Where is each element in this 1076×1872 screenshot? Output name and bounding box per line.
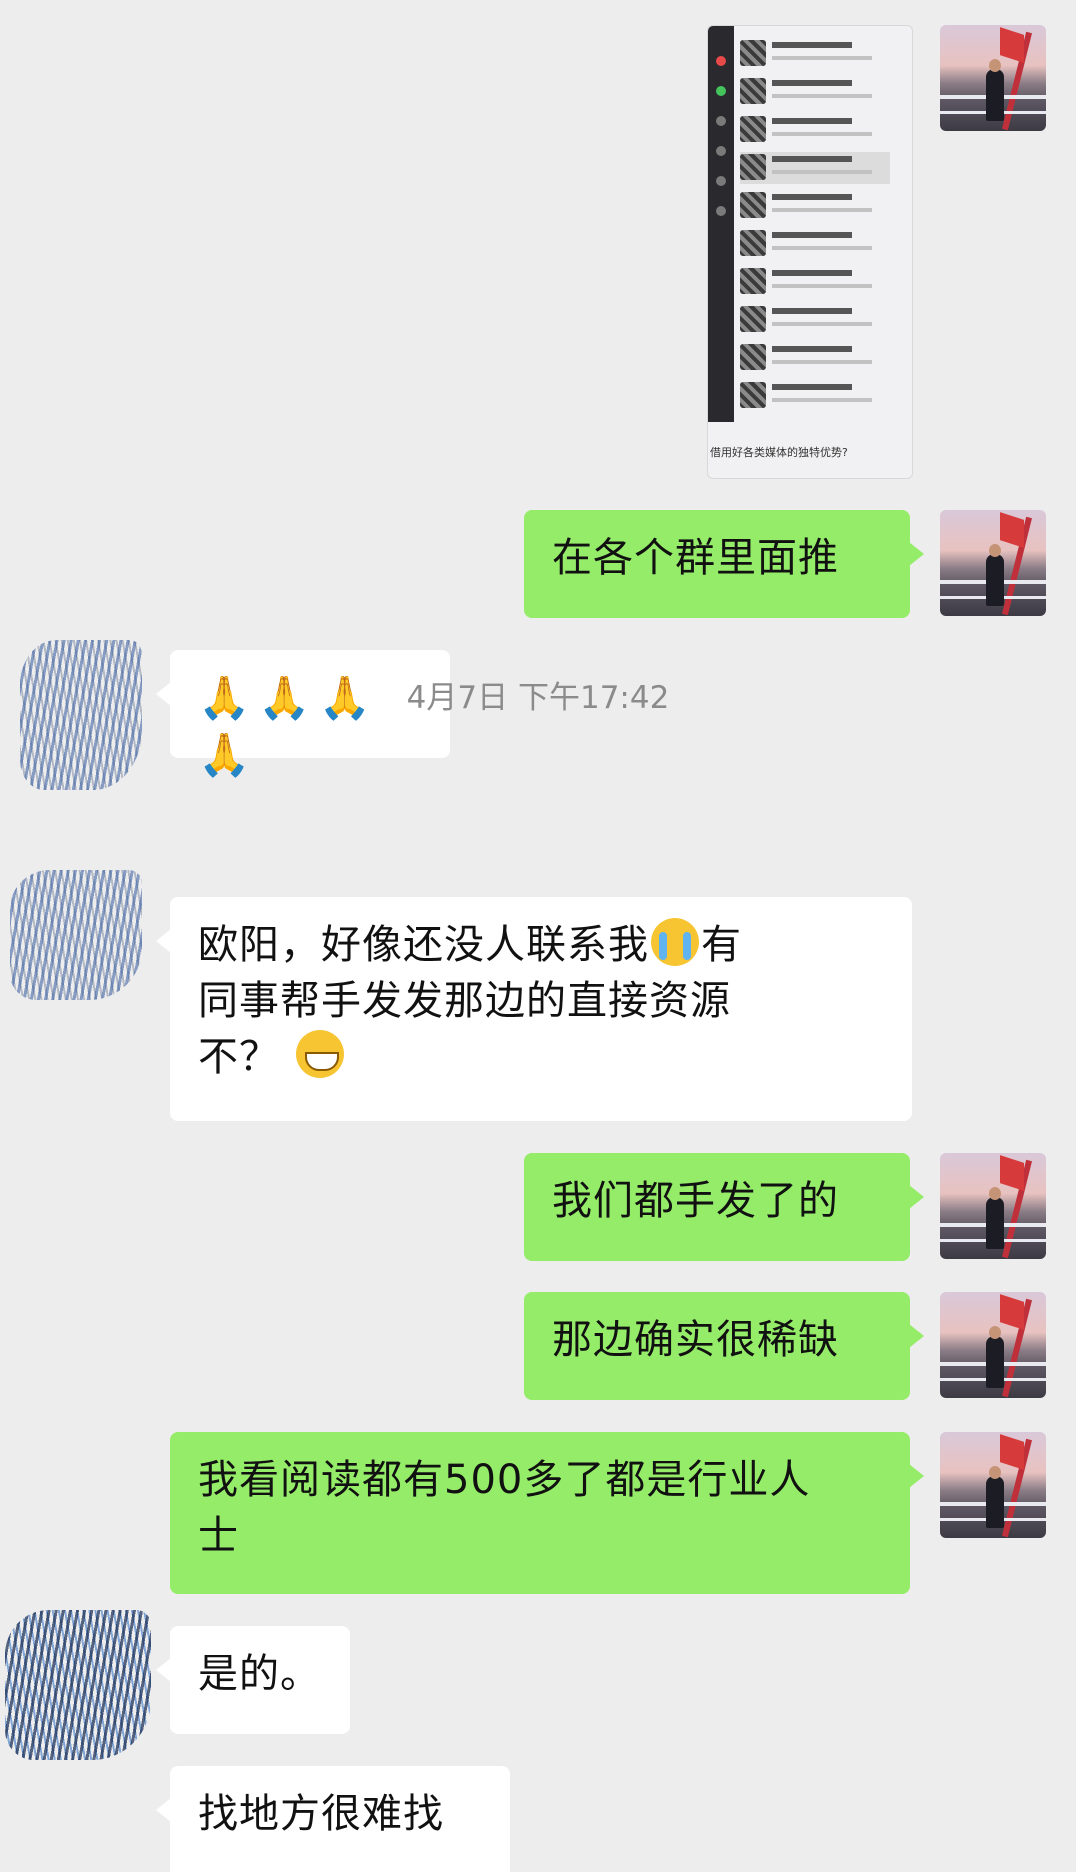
screenshot-chat-row	[740, 380, 890, 412]
screenshot-caption: 借用好各类媒体的独特优势?	[710, 446, 848, 459]
my-avatar[interactable]	[940, 1292, 1046, 1398]
message-text: 那边确实很稀缺	[552, 1317, 839, 1363]
outgoing-message-bubble[interactable]: 我们都手发了的	[524, 1153, 924, 1261]
screenshot-chat-row	[740, 76, 890, 108]
screenshot-chat-row	[740, 152, 890, 184]
message-text: 我看阅读都有500多了都是行业人	[198, 1457, 811, 1503]
message-text: 士	[198, 1513, 239, 1559]
outgoing-message-bubble[interactable]: 我看阅读都有500多了都是行业人 士	[170, 1432, 924, 1594]
contact-avatar[interactable]	[5, 1610, 151, 1760]
message-text: 同事帮手发发那边的直接资源	[198, 978, 731, 1024]
screenshot-chat-row	[740, 114, 890, 146]
message-text: 有	[701, 922, 742, 968]
my-avatar[interactable]	[940, 25, 1046, 131]
message-text: 我们都手发了的	[552, 1178, 839, 1224]
my-avatar[interactable]	[940, 1153, 1046, 1259]
screenshot-chat-row	[740, 342, 890, 374]
screenshot-chat-row	[740, 38, 890, 70]
message-text: 不？	[198, 1034, 280, 1080]
shared-screenshot-image[interactable]: 借用好各类媒体的独特优势?	[707, 25, 913, 479]
message-timestamp: 4月7日 下午17:42	[406, 680, 670, 716]
outgoing-message-bubble[interactable]: 在各个群里面推	[524, 510, 924, 618]
incoming-message-bubble[interactable]: 欧阳，好像还没人联系我 有 同事帮手发发那边的直接资源 不？	[156, 897, 912, 1121]
screenshot-chat-row	[740, 304, 890, 336]
my-avatar[interactable]	[940, 1432, 1046, 1538]
grinning-face-icon	[295, 1030, 344, 1078]
screenshot-chat-row	[740, 190, 890, 222]
message-text: 在各个群里面推	[552, 535, 839, 581]
message-text: 欧阳，好像还没人联系我	[198, 922, 649, 968]
screenshot-chat-row	[740, 266, 890, 298]
message-text: 找地方很难找	[198, 1791, 444, 1837]
crying-face-icon	[651, 918, 699, 966]
incoming-message-bubble[interactable]: 找地方很难找	[156, 1766, 510, 1872]
screenshot-sidebar	[708, 26, 734, 422]
screenshot-chat-row	[740, 228, 890, 260]
contact-avatar[interactable]	[10, 870, 142, 1000]
incoming-message-bubble[interactable]: 是的。	[156, 1626, 350, 1734]
message-text: 是的。	[198, 1651, 321, 1697]
my-avatar[interactable]	[940, 510, 1046, 616]
outgoing-message-bubble[interactable]: 那边确实很稀缺	[524, 1292, 924, 1400]
